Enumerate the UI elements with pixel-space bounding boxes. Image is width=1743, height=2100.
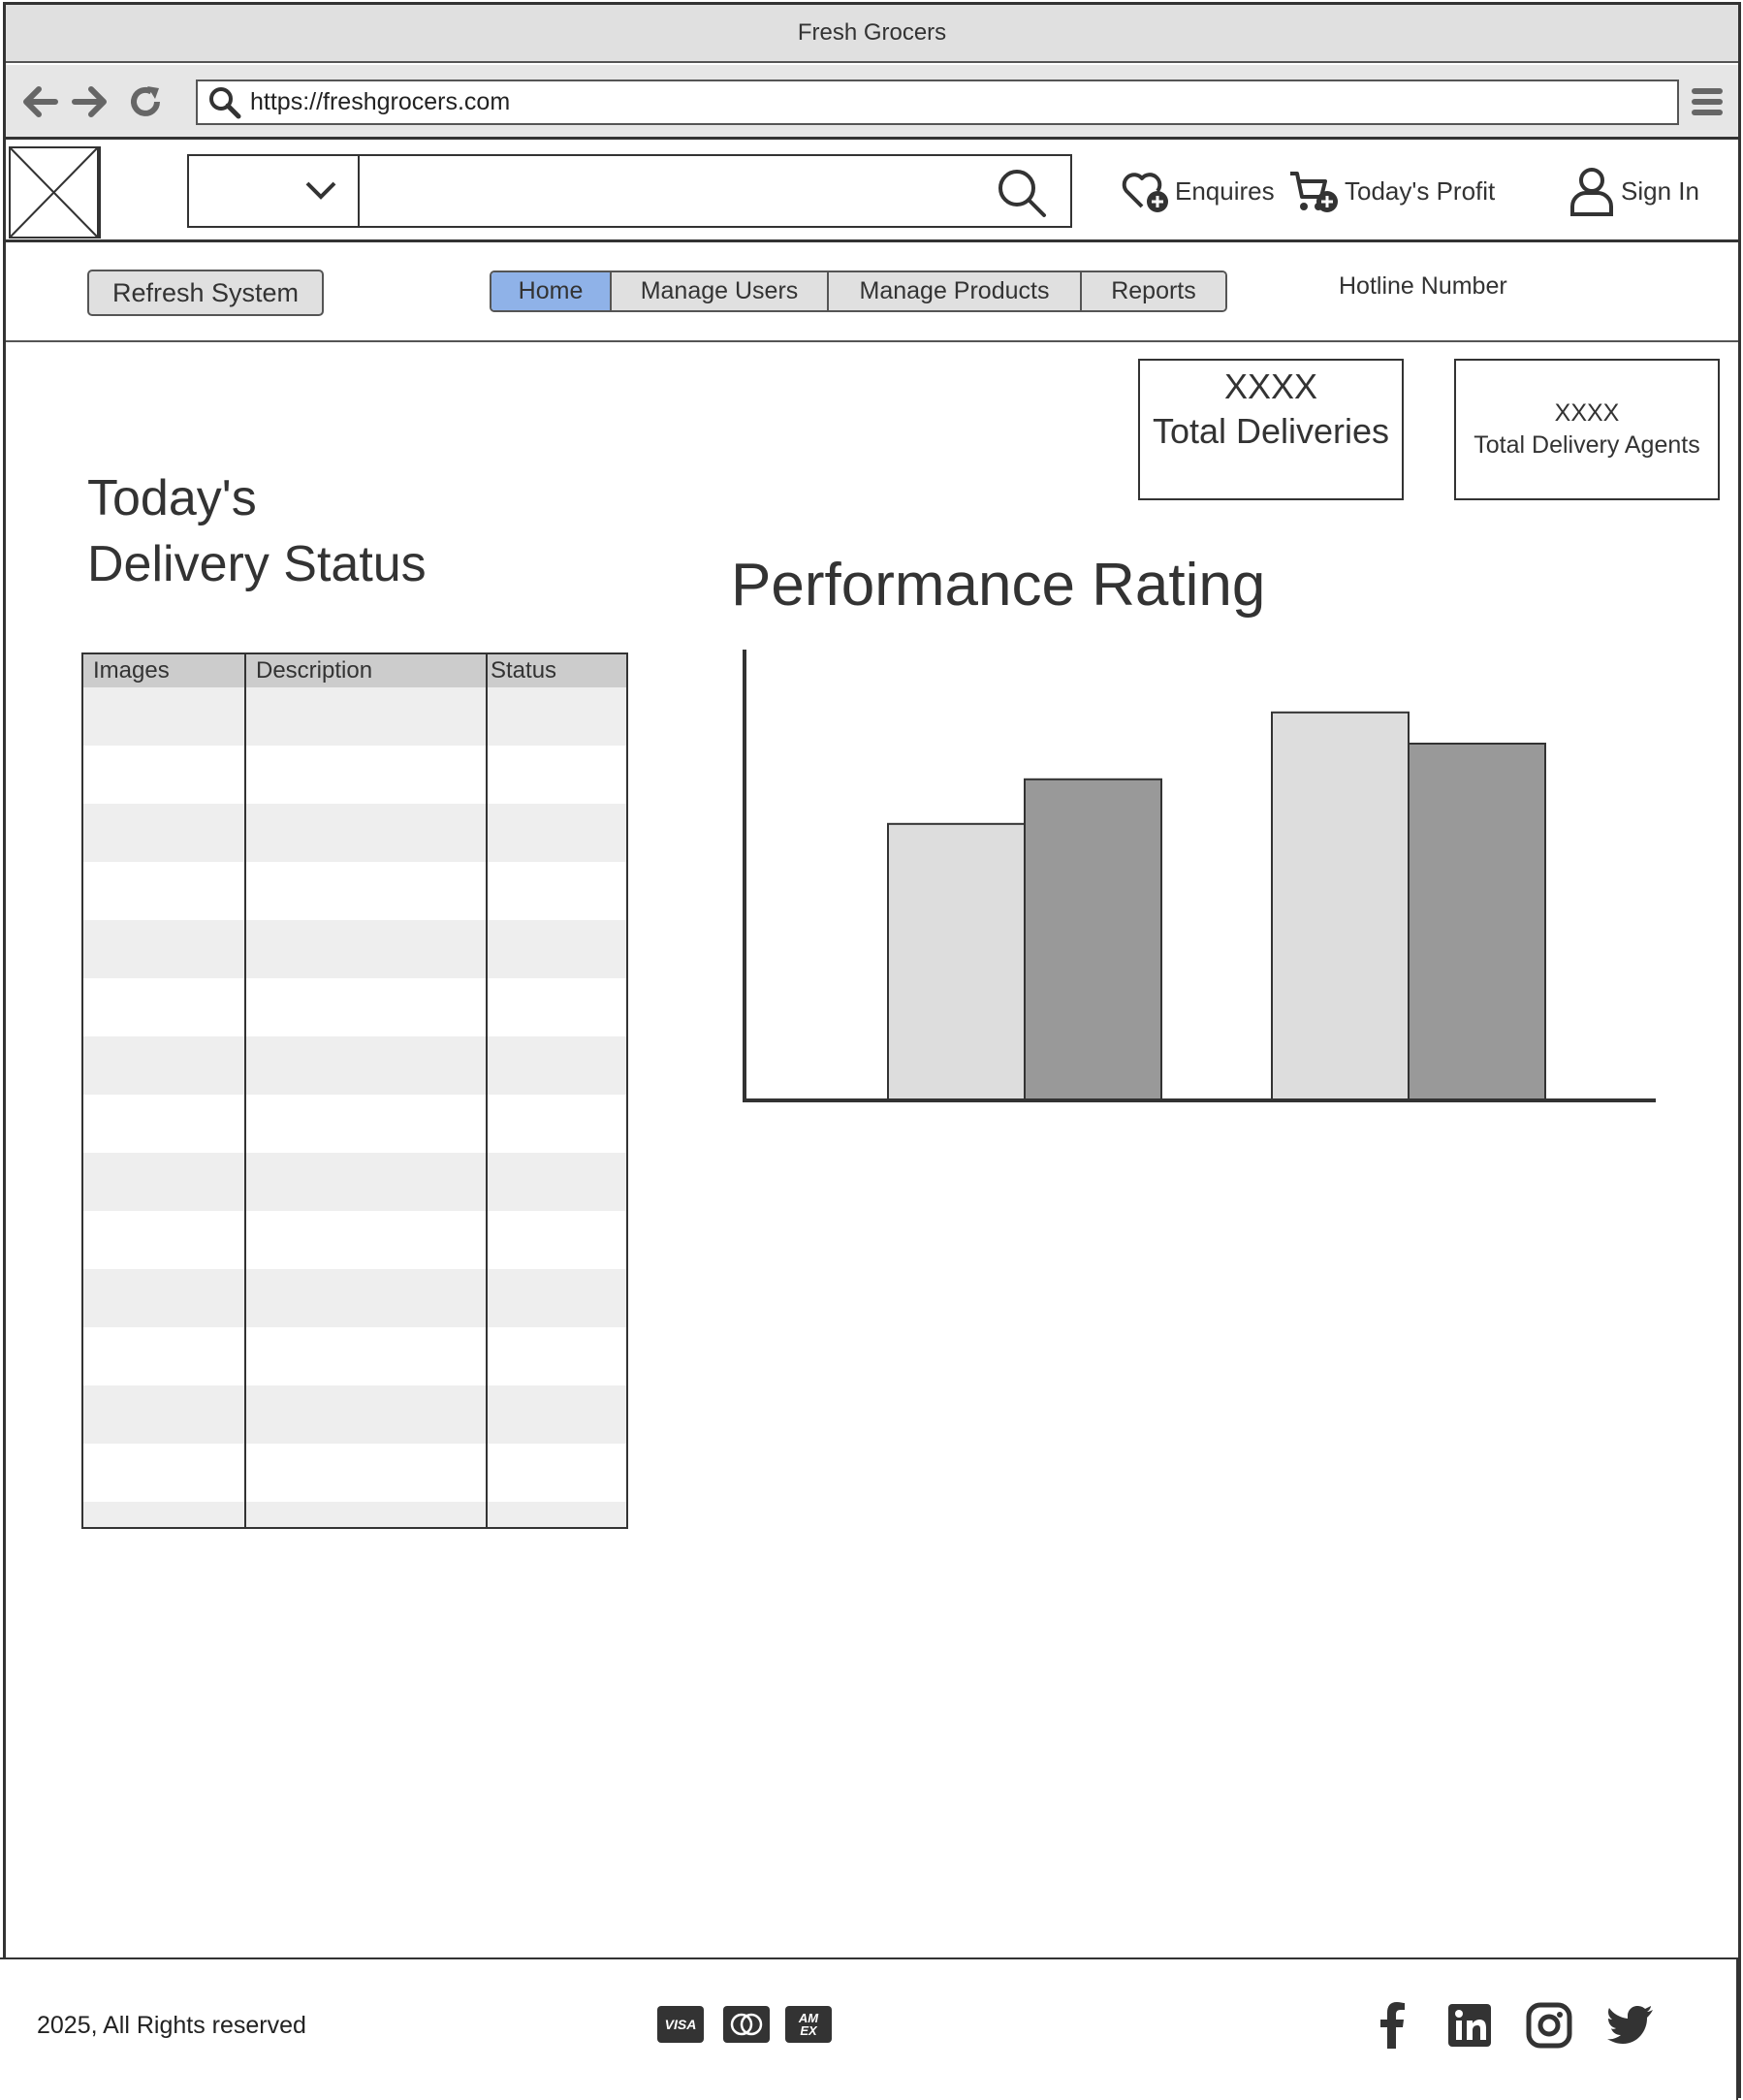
browser-toolbar: https://freshgrocers.com [6,65,1738,140]
hamburger-menu-icon[interactable] [1690,84,1725,119]
search-icon [204,81,246,124]
tab-home[interactable]: Home [491,272,612,310]
app-header: Enquires Today's Profit Sign In [6,143,1738,242]
chart-bar [887,822,1026,1102]
nav-row: Refresh System Home Manage Users Manage … [6,245,1738,342]
window-titlebar: Fresh Grocers [6,5,1738,63]
delivery-status-table: Images Description Status [81,652,628,1529]
table-row [83,978,626,1036]
total-deliveries-label: Total Deliveries [1152,411,1390,451]
sign-in-label: Sign In [1621,175,1699,206]
total-delivery-agents-value: XXXX [1554,399,1620,427]
copyright-text: 2025, All Rights reserved [37,2012,306,2039]
delivery-status-heading: Today's Delivery Status [87,465,427,597]
facebook-icon[interactable] [1367,2000,1417,2051]
instagram-icon[interactable] [1524,2000,1574,2051]
hotline-number: Hotline Number [1339,272,1507,300]
sign-in-link[interactable]: Sign In [1569,162,1699,220]
column-divider [244,654,246,1527]
column-header-status: Status [491,657,557,684]
visa-icon: VISA [657,2006,704,2043]
main-tabs: Home Manage Users Manage Products Report… [490,270,1227,312]
column-header-description: Description [256,657,373,684]
tab-manage-products[interactable]: Manage Products [829,272,1082,310]
search-icon[interactable] [997,168,1047,218]
performance-chart [737,650,1658,1105]
total-delivery-agents-label: Total Delivery Agents [1474,431,1700,459]
total-delivery-agents-card: XXXX Total Delivery Agents [1454,359,1720,500]
back-icon[interactable] [21,82,60,121]
total-deliveries-value: XXXX [1223,366,1318,406]
table-row [83,862,626,920]
heart-plus-icon [1122,173,1168,212]
chevron-down-icon [305,181,336,200]
performance-rating-heading: Performance Rating [731,552,1266,619]
table-row [83,1153,626,1211]
search-group [187,154,1072,228]
address-bar[interactable]: https://freshgrocers.com [196,80,1679,125]
table-row [83,1095,626,1153]
table-row [83,1269,626,1327]
table-row [83,1327,626,1385]
table-row [83,1385,626,1444]
chart-bar [1024,778,1162,1102]
url-text: https://freshgrocers.com [250,88,511,115]
table-row [83,1502,626,1527]
chart-bar [1271,711,1410,1102]
page-footer: 2025, All Rights reserved VISA AM EX [0,1957,1738,2100]
table-row [83,1444,626,1502]
twitter-icon[interactable] [1605,2000,1656,2051]
mastercard-icon [723,2006,770,2043]
forward-icon[interactable] [70,82,109,121]
logo-placeholder-icon[interactable] [9,146,101,239]
table-row [83,804,626,862]
amex-icon: AM EX [785,2006,832,2043]
column-header-images: Images [93,657,170,684]
enquires-link[interactable]: Enquires [1119,162,1275,220]
tab-manage-users[interactable]: Manage Users [612,272,829,310]
search-input[interactable] [364,156,984,226]
delivery-status-heading-line2: Delivery Status [87,536,427,592]
table-row [83,746,626,804]
delivery-status-heading-line1: Today's [87,470,257,526]
table-row [83,1211,626,1269]
table-row [83,920,626,978]
cart-plus-icon [1290,172,1338,212]
user-icon [1570,168,1613,216]
enquires-label: Enquires [1175,175,1275,206]
total-deliveries-card: XXXX Total Deliveries [1138,359,1404,500]
linkedin-icon[interactable] [1444,2000,1495,2051]
refresh-system-button[interactable]: Refresh System [87,270,324,316]
todays-profit-link[interactable]: Today's Profit [1288,162,1495,220]
table-row [83,1036,626,1095]
todays-profit-label: Today's Profit [1345,175,1496,206]
reload-icon[interactable] [126,82,165,121]
tab-reports[interactable]: Reports [1082,272,1225,310]
performance-bar-chart [743,650,1656,1102]
window-title: Fresh Grocers [797,19,947,46]
chart-bar [1408,743,1546,1101]
table-row [83,687,626,746]
category-dropdown[interactable] [189,156,360,226]
column-divider [486,654,488,1527]
